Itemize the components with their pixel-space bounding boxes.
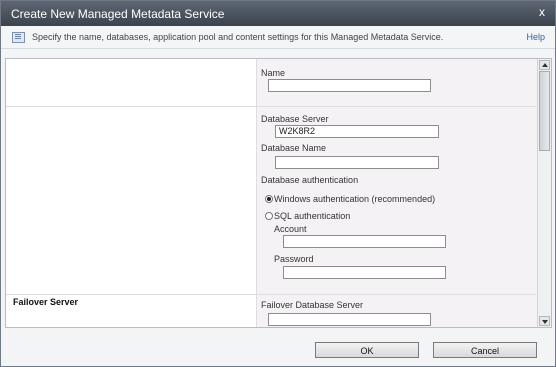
dialog-titlebar: Create New Managed Metadata Service x [1,1,555,26]
description-bar: Specify the name, databases, application… [1,26,555,49]
close-icon[interactable]: x [539,5,545,19]
name-input[interactable] [268,79,431,92]
scroll-thumb[interactable] [539,71,550,151]
database-name-input[interactable] [275,156,439,169]
password-input[interactable] [283,266,446,279]
section-divider [6,106,536,107]
help-link[interactable]: Help [526,32,545,42]
account-input[interactable] [283,235,446,248]
failover-server-section-title: Failover Server [13,297,79,307]
scroll-up-icon[interactable] [539,60,550,70]
dialog-title: Create New Managed Metadata Service [11,7,225,21]
database-server-label: Database Server [261,114,329,124]
description-text: Specify the name, databases, application… [32,32,444,42]
account-label: Account [274,224,307,234]
sql-auth-radio[interactable] [265,212,273,220]
sql-auth-label[interactable]: SQL authentication [274,211,350,221]
ok-button[interactable]: OK [315,342,419,358]
failover-database-server-input[interactable] [268,313,431,326]
scroll-down-icon[interactable] [539,316,550,326]
name-label: Name [261,68,286,78]
info-icon [12,32,25,43]
dialog-window: Create New Managed Metadata Service x Sp… [0,0,556,367]
database-server-input[interactable]: W2K8R2 [275,125,439,138]
windows-auth-label[interactable]: Windows authentication (recommended) [274,194,435,204]
password-label: Password [274,254,314,264]
form-right-column [256,59,537,327]
database-name-label: Database Name [261,143,327,153]
failover-database-server-label: Failover Database Server [261,300,364,310]
cancel-button[interactable]: Cancel [433,342,537,358]
windows-auth-radio[interactable] [265,195,273,203]
database-authentication-label: Database authentication [261,175,359,185]
section-divider [6,294,536,295]
vertical-scrollbar[interactable] [537,59,551,327]
form-scroll-area[interactable]: Name Database Server W2K8R2 Database Nam… [5,58,552,328]
